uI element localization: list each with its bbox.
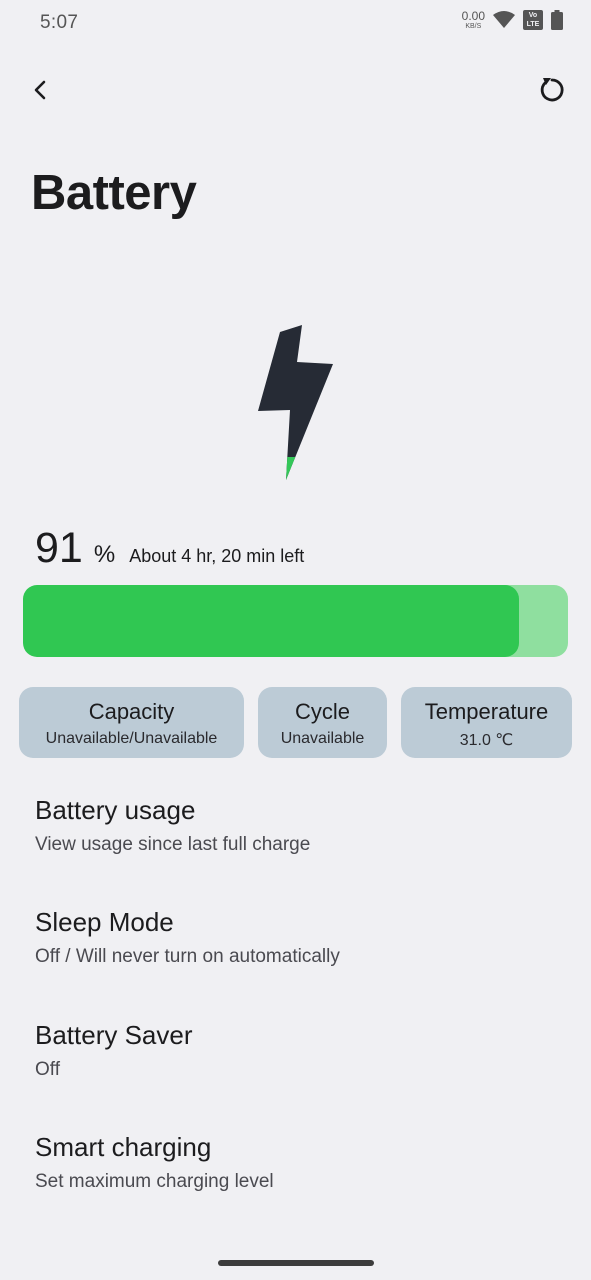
network-speed-unit: KB/S <box>465 23 482 30</box>
lightning-bolt-icon <box>258 325 333 480</box>
battery-usage-item[interactable]: Battery usage View usage since last full… <box>0 795 591 895</box>
battery-icon <box>551 10 563 30</box>
chip-title: Cycle <box>294 699 350 724</box>
chip-title: Capacity <box>88 699 175 724</box>
battery-percentage-row: 91 % About 4 hr, 20 min left <box>35 524 304 573</box>
setting-subtitle: Off / Will never turn on automatically <box>35 946 340 967</box>
refresh-icon <box>540 78 564 102</box>
status-time: 5:07 <box>40 12 79 33</box>
setting-subtitle: View usage since last full charge <box>35 834 311 855</box>
battery-level-bar <box>23 585 568 657</box>
battery-level-fill <box>23 585 519 657</box>
setting-subtitle: Off <box>35 1059 60 1080</box>
top-app-bar <box>0 64 591 114</box>
sleep-mode-item[interactable]: Sleep Mode Off / Will never turn on auto… <box>0 907 591 1007</box>
setting-subtitle: Set maximum charging level <box>35 1171 274 1192</box>
refresh-button[interactable] <box>533 70 571 108</box>
volte-icon: Vo LTE <box>523 10 543 30</box>
back-arrow-icon <box>34 80 46 100</box>
chip-title: Temperature <box>424 699 549 724</box>
chip-value: Unavailable/Unavailable <box>45 730 218 747</box>
volte-bottom: LTE <box>526 21 540 28</box>
status-icons: 0.00 KB/S Vo LTE <box>462 10 563 30</box>
setting-title: Battery Saver <box>35 1020 193 1050</box>
back-button[interactable] <box>24 72 58 106</box>
cycle-chip[interactable]: Cycle Unavailable <box>258 687 387 758</box>
volte-top: Vo <box>528 12 538 19</box>
battery-saver-item[interactable]: Battery Saver Off <box>0 1020 591 1120</box>
chip-value: 31.0 ℃ <box>459 732 514 749</box>
temperature-chip[interactable]: Temperature 31.0 ℃ <box>401 687 572 758</box>
setting-title: Sleep Mode <box>35 907 174 937</box>
network-speed: 0.00 KB/S <box>462 10 485 30</box>
home-gesture-bar[interactable] <box>218 1260 374 1266</box>
page-title: Battery <box>31 166 197 220</box>
battery-percent-sign: % <box>93 541 116 568</box>
chip-value: Unavailable <box>280 730 365 747</box>
battery-time-left: About 4 hr, 20 min left <box>129 546 305 566</box>
wifi-icon <box>493 11 515 28</box>
setting-title: Smart charging <box>35 1132 212 1162</box>
setting-title: Battery usage <box>35 795 196 825</box>
status-bar: 5:07 0.00 KB/S Vo LTE <box>0 0 591 44</box>
smart-charging-item[interactable]: Smart charging Set maximum charging leve… <box>0 1132 591 1232</box>
capacity-chip[interactable]: Capacity Unavailable/Unavailable <box>19 687 244 758</box>
battery-percent-value: 91 <box>35 524 83 572</box>
network-speed-value: 0.00 <box>461 9 485 23</box>
